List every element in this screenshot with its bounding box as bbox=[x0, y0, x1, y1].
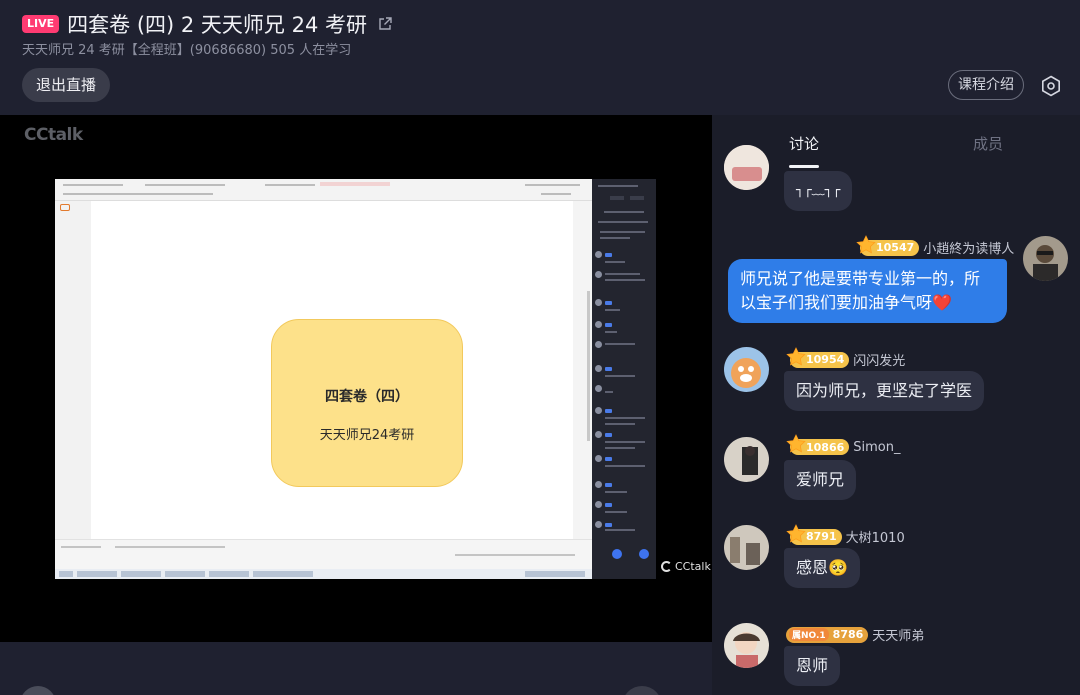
screen-taskbar bbox=[55, 569, 592, 579]
star-icon bbox=[786, 434, 806, 453]
screen-chat-panel bbox=[592, 179, 656, 579]
chat-message: 爱师兄 bbox=[784, 460, 857, 500]
shared-screen: 四套卷（四） 天天师兄24考研 bbox=[55, 179, 656, 579]
chat-user-row: 10866 Simon_ bbox=[786, 434, 901, 455]
slide-card: 四套卷（四） 天天师兄24考研 bbox=[271, 319, 463, 487]
level-badge: 10547 bbox=[856, 234, 920, 256]
tab-active-indicator bbox=[789, 165, 819, 168]
title-row: LIVE 四套卷 (四) 2 天天师兄 24 考研 bbox=[22, 9, 393, 39]
course-intro-button[interactable]: 课程介绍 bbox=[948, 70, 1024, 100]
course-subtitle: 天天师兄 24 考研【全程班】(90686680) 505 人在学习 bbox=[22, 43, 352, 58]
screen-scrollbar bbox=[573, 201, 592, 539]
tab-discussion[interactable]: 讨论 bbox=[789, 133, 819, 154]
chat-user-row: 10954 闪闪发光 bbox=[786, 346, 905, 369]
screen-toolbar bbox=[55, 179, 592, 201]
chat-message: 因为师兄，更坚定了学医 bbox=[784, 371, 985, 411]
avatar[interactable] bbox=[622, 686, 662, 695]
video-player[interactable]: CCtalk 四套卷（四） 天天师兄24考研 CCtalk bbox=[0, 115, 712, 642]
cctalk-logo-icon bbox=[661, 561, 672, 572]
cctalk-watermark-text: CCtalk bbox=[675, 560, 711, 573]
chat-message-self: 师兄说了他是要带专业第一的，所以宝子们我们要加油争气呀❤️ bbox=[728, 259, 1007, 323]
screen-page: 四套卷（四） 天天师兄24考研 bbox=[91, 201, 573, 539]
cctalk-logo: CCtalk bbox=[24, 125, 83, 145]
header: LIVE 四套卷 (四) 2 天天师兄 24 考研 天天师兄 24 考研【全程班… bbox=[0, 0, 1080, 115]
chat-user-row: 属NO.1 8786 天天师弟 bbox=[786, 625, 924, 644]
chat-user-row: 8791 大树1010 bbox=[786, 523, 905, 546]
screen-statusbar bbox=[55, 539, 592, 569]
star-icon bbox=[856, 234, 876, 253]
slide-subtitle: 天天师兄24考研 bbox=[319, 428, 415, 443]
crown-badge: 属NO.1 bbox=[789, 628, 829, 641]
exit-live-button[interactable]: 退出直播 bbox=[22, 68, 111, 102]
level-badge: 10954 bbox=[786, 346, 850, 368]
page-title: 四套卷 (四) 2 天天师兄 24 考研 bbox=[67, 13, 367, 37]
external-link-icon[interactable] bbox=[377, 16, 393, 32]
level-badge: 10866 bbox=[786, 434, 850, 455]
tab-members[interactable]: 成员 bbox=[973, 133, 1003, 154]
chat-message: 感恩🥺 bbox=[784, 548, 860, 588]
level-badge: 8791 bbox=[786, 523, 842, 545]
cctalk-watermark: CCtalk bbox=[661, 560, 711, 573]
level-badge: 属NO.1 8786 bbox=[786, 626, 869, 643]
avatar[interactable] bbox=[724, 437, 769, 482]
avatar[interactable] bbox=[20, 686, 56, 695]
avatar[interactable] bbox=[724, 525, 769, 570]
slide-title: 四套卷（四） bbox=[325, 389, 409, 405]
chat-username[interactable]: 小趙終为读博人 bbox=[923, 238, 1014, 257]
chat-username[interactable]: 天天师弟 bbox=[872, 625, 924, 644]
chat-username[interactable]: 大树1010 bbox=[846, 527, 905, 546]
live-badge: LIVE bbox=[22, 15, 60, 33]
settings-hex-icon[interactable] bbox=[1039, 74, 1063, 98]
avatar[interactable] bbox=[724, 347, 769, 392]
avatar[interactable] bbox=[1023, 236, 1068, 281]
chat-username[interactable]: Simon_ bbox=[853, 440, 900, 455]
bottom-strip bbox=[0, 642, 712, 695]
screen-left-rail bbox=[55, 201, 91, 539]
avatar[interactable] bbox=[724, 623, 769, 668]
chat-user-row: 10547 小趙終为读博人 bbox=[856, 234, 1014, 257]
star-icon bbox=[786, 523, 806, 542]
avatar[interactable] bbox=[724, 145, 769, 190]
chat-username[interactable]: 闪闪发光 bbox=[853, 350, 905, 369]
chat-message: ┐┌﹏┐┌ bbox=[784, 171, 853, 211]
chat-message: 恩师 bbox=[784, 646, 841, 686]
star-icon bbox=[786, 346, 806, 365]
discussion-panel: 讨论 成员 ┐┌﹏┐┌ 10547 小趙終为读博人 师兄说了他是要带专业第一的，… bbox=[712, 115, 1080, 695]
